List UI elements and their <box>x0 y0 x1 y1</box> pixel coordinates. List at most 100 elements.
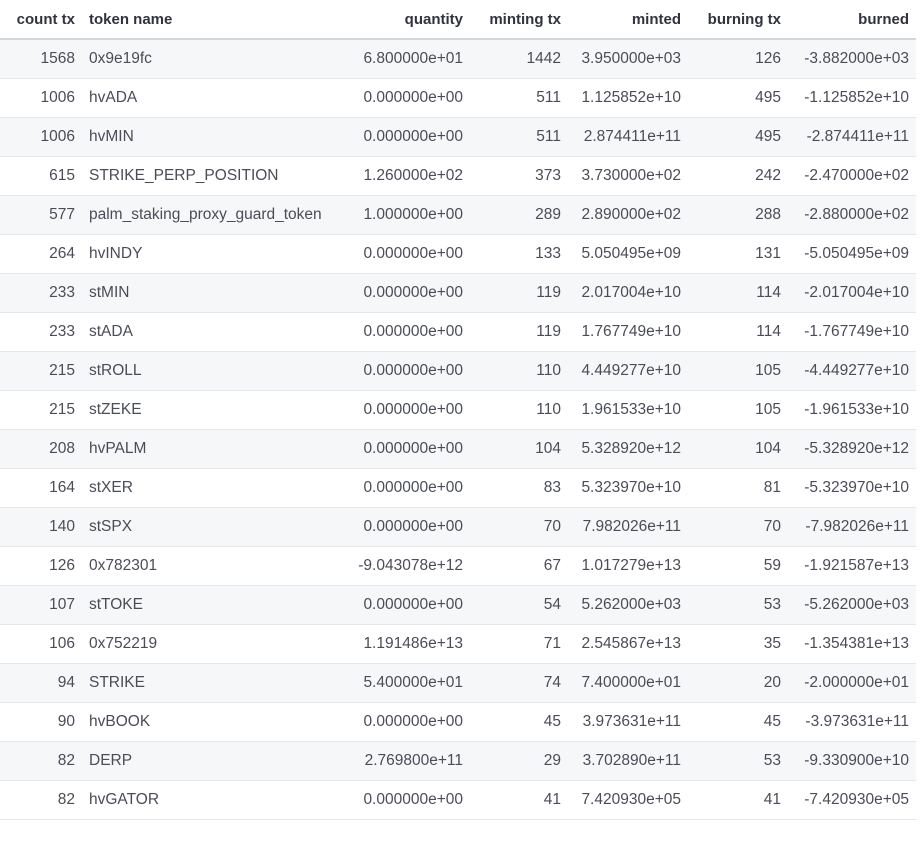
cell-burned: -5.328920e+12 <box>788 429 916 469</box>
cell-token-name: hvPALM <box>82 429 340 469</box>
cell-minted: 7.982026e+11 <box>568 507 688 547</box>
cell-quantity: -9.043078e+12 <box>340 546 470 586</box>
table-row: 94 STRIKE 5.400000e+01 74 7.400000e+01 20 -2.0… <box>0 663 916 703</box>
cell-burning-tx: 104 <box>688 429 788 469</box>
cell-quantity: 0.000000e+00 <box>340 780 470 820</box>
table-row: 1568 0x9e19fc 6.800000e+01 1442 3.950000e+03… <box>0 39 916 79</box>
cell-minting-tx: 70 <box>470 507 568 547</box>
cell-minted: 1.767749e+10 <box>568 312 688 352</box>
cell-quantity: 0.000000e+00 <box>340 585 470 625</box>
cell-count-tx: 90 <box>0 702 82 742</box>
cell-minted: 2.890000e+02 <box>568 195 688 235</box>
cell-count-tx: 140 <box>0 507 82 547</box>
token-table: count tx token name quantity minting tx mint… <box>0 0 916 820</box>
cell-minted: 1.961533e+10 <box>568 390 688 430</box>
cell-minting-tx: 119 <box>470 273 568 313</box>
column-header-minting-tx[interactable]: minting tx <box>470 0 568 40</box>
cell-burned: -2.017004e+10 <box>788 273 916 313</box>
cell-token-name: stXER <box>82 468 340 508</box>
cell-token-name: hvINDY <box>82 234 340 274</box>
cell-count-tx: 1006 <box>0 78 82 118</box>
cell-minted: 3.730000e+02 <box>568 156 688 196</box>
cell-quantity: 1.000000e+00 <box>340 195 470 235</box>
table-row: 126 0x782301 -9.043078e+12 67 1.017279e+13 59… <box>0 546 916 586</box>
table-row: 577 palm_staking_proxy_guard_token 1.00000… <box>0 195 916 235</box>
cell-count-tx: 233 <box>0 312 82 352</box>
cell-quantity: 0.000000e+00 <box>340 234 470 274</box>
cell-minting-tx: 54 <box>470 585 568 625</box>
cell-count-tx: 164 <box>0 468 82 508</box>
column-header-token-name[interactable]: token name <box>82 0 340 40</box>
cell-minted: 1.125852e+10 <box>568 78 688 118</box>
table-row: 264 hvINDY 0.000000e+00 133 5.050495e+09 131-… <box>0 234 916 274</box>
cell-burned: -2.470000e+02 <box>788 156 916 196</box>
cell-quantity: 1.191486e+13 <box>340 624 470 664</box>
column-header-minted[interactable]: minted <box>568 0 688 40</box>
table-row: 1006 hvMIN 0.000000e+00 511 2.874411e+11 495-… <box>0 117 916 157</box>
column-header-burning-tx[interactable]: burning tx <box>688 0 788 40</box>
cell-quantity: 0.000000e+00 <box>340 117 470 157</box>
column-header-quantity[interactable]: quantity <box>340 0 470 40</box>
cell-token-name: 0x752219 <box>82 624 340 664</box>
cell-token-name: palm_staking_proxy_guard_token <box>82 195 340 235</box>
cell-count-tx: 94 <box>0 663 82 703</box>
table-row: 164 stXER 0.000000e+00 83 5.323970e+10 81 -5.3… <box>0 468 916 508</box>
cell-minted: 7.400000e+01 <box>568 663 688 703</box>
table-row: 233 stMIN 0.000000e+00 119 2.017004e+10 114 -2… <box>0 273 916 313</box>
cell-count-tx: 107 <box>0 585 82 625</box>
cell-minted: 3.950000e+03 <box>568 39 688 79</box>
cell-token-name: stSPX <box>82 507 340 547</box>
column-header-burned[interactable]: burned <box>788 0 916 40</box>
cell-minted: 4.449277e+10 <box>568 351 688 391</box>
table-row: 215 stROLL 0.000000e+00 110 4.449277e+10 105-… <box>0 351 916 391</box>
cell-quantity: 0.000000e+00 <box>340 273 470 313</box>
cell-token-name: hvGATOR <box>82 780 340 820</box>
cell-minting-tx: 45 <box>470 702 568 742</box>
cell-token-name: 0x9e19fc <box>82 39 340 79</box>
cell-token-name: STRIKE <box>82 663 340 703</box>
cell-burned: -5.050495e+09 <box>788 234 916 274</box>
table-row: 106 0x752219 1.191486e+13 71 2.545867e+13 35-… <box>0 624 916 664</box>
cell-burned: -3.882000e+03 <box>788 39 916 79</box>
cell-burned: -9.330900e+10 <box>788 741 916 781</box>
cell-burning-tx: 35 <box>688 624 788 664</box>
cell-minting-tx: 110 <box>470 351 568 391</box>
cell-token-name: hvBOOK <box>82 702 340 742</box>
cell-minting-tx: 133 <box>470 234 568 274</box>
cell-quantity: 0.000000e+00 <box>340 78 470 118</box>
cell-quantity: 0.000000e+00 <box>340 507 470 547</box>
table-row: 215 stZEKE 0.000000e+00 110 1.961533e+10 105-… <box>0 390 916 430</box>
header-row: count tx token name quantity minting tx mint… <box>0 0 916 40</box>
table-row: 107 stTOKE 0.000000e+00 54 5.262000e+03 53 -5.… <box>0 585 916 625</box>
cell-quantity: 5.400000e+01 <box>340 663 470 703</box>
cell-minted: 2.017004e+10 <box>568 273 688 313</box>
cell-quantity: 0.000000e+00 <box>340 468 470 508</box>
table-header: count tx token name quantity minting tx mint… <box>0 0 916 40</box>
cell-quantity: 2.769800e+11 <box>340 741 470 781</box>
cell-minting-tx: 373 <box>470 156 568 196</box>
table-row: 615 STRIKE_PERP_POSITION 1.260000e+02 373 3.… <box>0 156 916 196</box>
cell-burned: -7.420930e+05 <box>788 780 916 820</box>
cell-minting-tx: 41 <box>470 780 568 820</box>
cell-burned: -2.880000e+02 <box>788 195 916 235</box>
cell-minted: 7.420930e+05 <box>568 780 688 820</box>
cell-minted: 3.702890e+11 <box>568 741 688 781</box>
cell-burning-tx: 70 <box>688 507 788 547</box>
cell-minting-tx: 1442 <box>470 39 568 79</box>
cell-burning-tx: 495 <box>688 78 788 118</box>
cell-minted: 1.017279e+13 <box>568 546 688 586</box>
table-row: 140 stSPX 0.000000e+00 70 7.982026e+11 70 -7.9… <box>0 507 916 547</box>
cell-minting-tx: 67 <box>470 546 568 586</box>
cell-burning-tx: 81 <box>688 468 788 508</box>
cell-minted: 2.545867e+13 <box>568 624 688 664</box>
cell-burned: -1.921587e+13 <box>788 546 916 586</box>
cell-minting-tx: 289 <box>470 195 568 235</box>
cell-quantity: 0.000000e+00 <box>340 351 470 391</box>
cell-count-tx: 106 <box>0 624 82 664</box>
cell-burning-tx: 288 <box>688 195 788 235</box>
cell-burned: -1.354381e+13 <box>788 624 916 664</box>
cell-token-name: stADA <box>82 312 340 352</box>
cell-burning-tx: 20 <box>688 663 788 703</box>
cell-burning-tx: 59 <box>688 546 788 586</box>
column-header-count-tx[interactable]: count tx <box>0 0 82 40</box>
